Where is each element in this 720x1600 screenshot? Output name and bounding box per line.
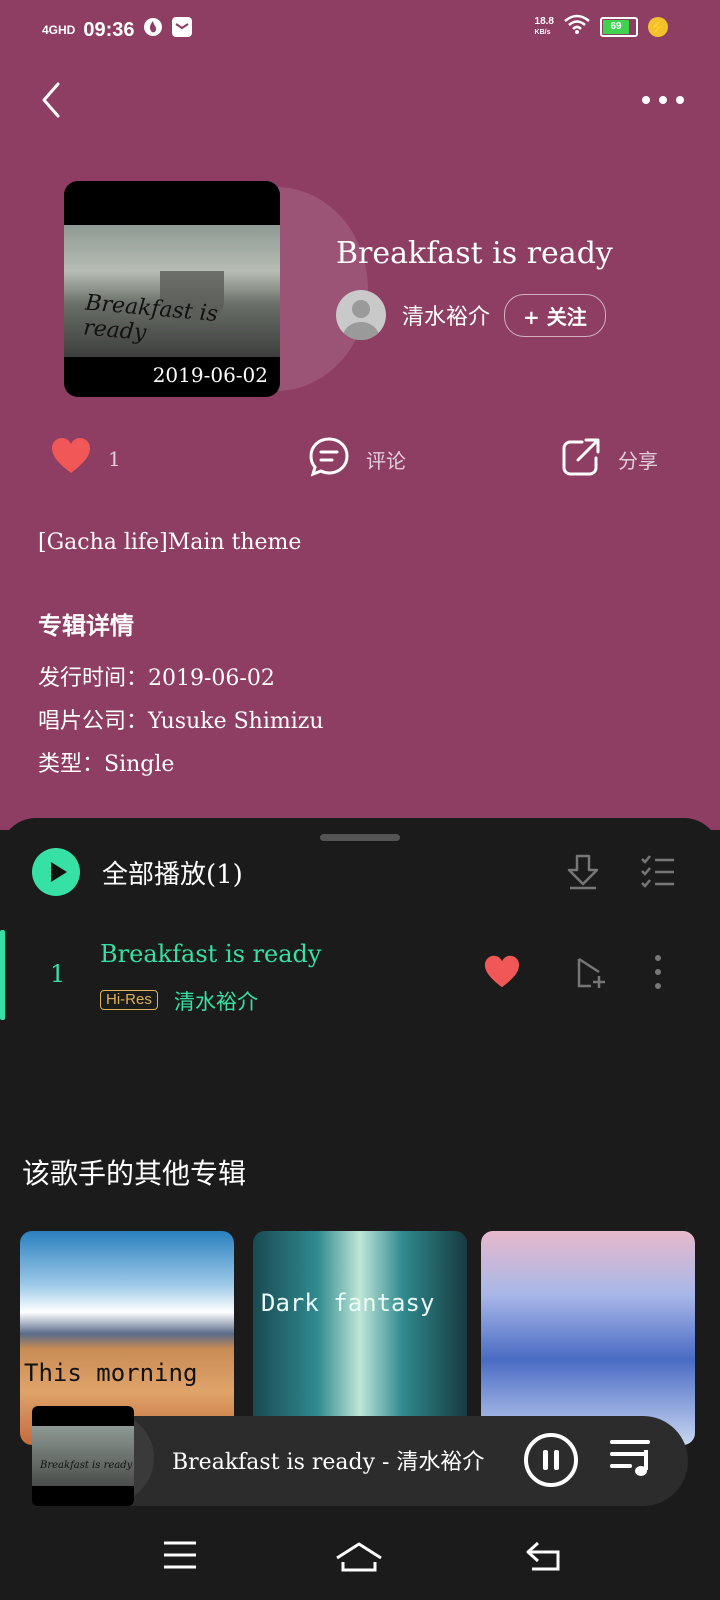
sheet-handle[interactable] [320,834,400,841]
now-playing-title: Breakfast is ready - 清水裕介 [172,1450,485,1475]
mini-cover-script: Breakfast is ready [40,1460,133,1471]
other-album-card[interactable]: Dark fantasy [253,1231,467,1445]
share-label: 分享 [618,449,658,473]
wifi-icon [564,14,590,40]
charging-icon: ⚡ [648,17,668,37]
heart-icon [50,436,92,481]
details-heading: 专辑详情 [38,611,134,640]
now-playing-indicator [0,930,5,1020]
album-title: Breakfast is ready [336,236,613,271]
clock: 09:36 [83,18,135,41]
add-to-playlist-icon[interactable] [576,956,610,994]
track-name: Breakfast is ready [100,940,322,968]
home-icon[interactable] [334,1540,384,1574]
cover-art: Breakfast is ready 2019-06-02 [64,181,280,397]
network-indicator: 4GHD [42,23,76,37]
more-options-button[interactable] [638,86,688,114]
back-nav-icon[interactable] [524,1540,564,1572]
menu-icon[interactable] [160,1540,200,1570]
action-bar: 1 评论 分享 [0,436,720,490]
comment-label: 评论 [366,449,406,473]
status-bar: 4GHD 09:36 18.8 KB/s 69 ⚡ [0,12,720,48]
track-like-icon[interactable] [482,954,522,994]
artist-name[interactable]: 清水裕介 [402,299,490,331]
track-row[interactable]: 1 Breakfast is ready Hi-Res 清水裕介 [0,930,720,1022]
mini-player-cover[interactable]: Breakfast is ready [32,1406,134,1506]
artist-row: 清水裕介 + 关注 [336,290,606,340]
like-button[interactable]: 1 [50,436,121,481]
like-count: 1 [108,446,121,471]
play-all-label[interactable]: 全部播放(1) [102,854,243,891]
comment-button[interactable]: 评论 [308,436,406,483]
album-card-label: Dark fantasy [261,1289,435,1317]
cover-date: 2019-06-02 [152,363,268,387]
pause-button[interactable] [523,1432,579,1492]
album-card-label: This morning [24,1359,198,1387]
queue-icon[interactable] [610,1436,654,1484]
release-date: 发行时间：2019-06-02 [38,666,275,691]
play-all-button[interactable] [32,848,80,896]
album-type: 类型：Single [38,752,175,777]
multi-select-icon[interactable] [640,854,676,892]
avatar[interactable] [336,290,386,340]
download-icon[interactable] [566,854,600,894]
track-more-icon[interactable] [654,954,662,994]
fire-icon [143,17,163,43]
hi-res-badge: Hi-Res [100,990,158,1010]
comment-icon [308,436,350,483]
share-icon [560,436,602,483]
back-button[interactable] [34,80,74,120]
net-speed: 18.8 KB/s [534,15,554,36]
mail-icon [171,16,193,44]
track-number: 1 [50,960,66,988]
track-artist: 清水裕介 [174,990,258,1014]
other-albums-heading: 该歌手的其他专辑 [22,1157,247,1190]
album-description: [Gacha life]Main theme [38,530,302,555]
follow-button[interactable]: + 关注 [504,293,606,337]
album-cover[interactable]: Breakfast is ready 2019-06-02 [64,181,368,397]
system-nav-bar [0,1520,720,1600]
record-label: 唱片公司：Yusuke Shimizu [38,709,324,734]
other-album-card[interactable] [481,1231,695,1445]
share-button[interactable]: 分享 [560,436,658,483]
battery-icon: 69 [600,17,638,37]
